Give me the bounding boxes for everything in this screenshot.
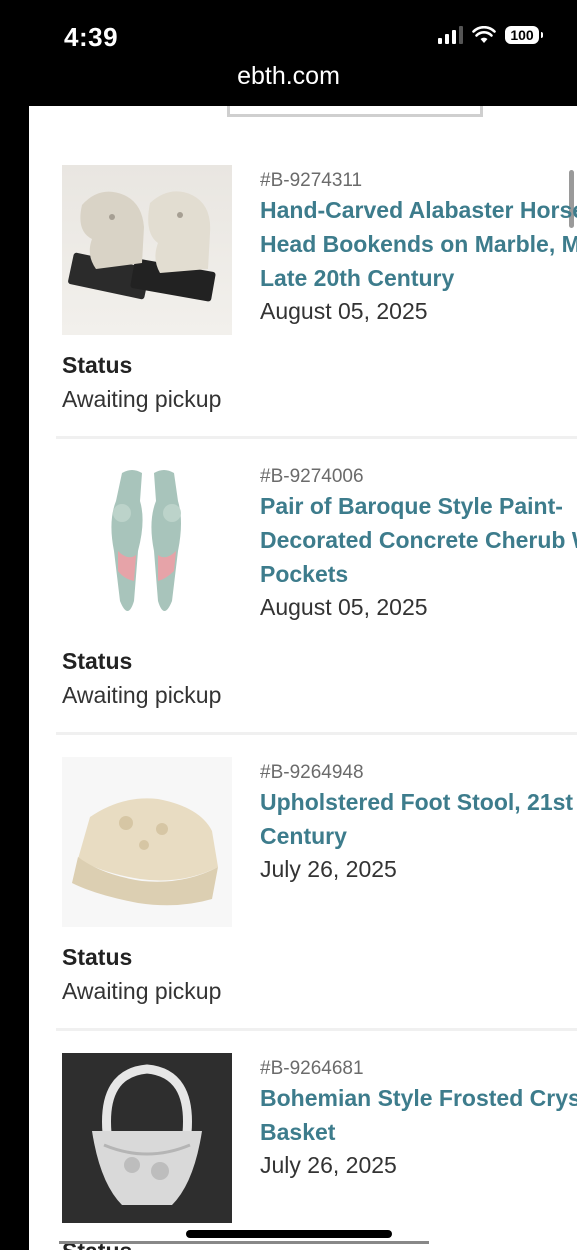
item-title-link[interactable]: Upholstered Foot Stool, 21st Century: [260, 785, 577, 853]
wifi-icon: [472, 26, 496, 43]
battery-icon: 100: [505, 26, 543, 44]
item-date: July 26, 2025: [260, 856, 397, 882]
status-value: Awaiting pickup: [62, 682, 222, 708]
purchases-page: #B-9274311 Hand-Carved Alabaster Horse H…: [29, 106, 577, 1250]
item-image-foot-stool[interactable]: [62, 757, 232, 927]
item-date: August 05, 2025: [260, 594, 428, 620]
system-icons: 100: [438, 26, 543, 44]
item-image-bookends[interactable]: [62, 165, 232, 335]
status-value: Awaiting pickup: [62, 386, 222, 412]
item-title-link[interactable]: Hand-Carved Alabaster Horse Head Bookend…: [260, 193, 577, 295]
item-date: August 05, 2025: [260, 298, 428, 324]
status-bar: 4:39 100 ebth.com: [0, 0, 577, 106]
home-indicator[interactable]: [186, 1230, 392, 1238]
lot-number: #B-9264681: [260, 1058, 364, 1079]
status-value: Awaiting pickup: [62, 978, 222, 1004]
divider: [56, 732, 577, 735]
cellular-signal-icon: [438, 26, 463, 44]
divider: [56, 1028, 577, 1031]
item-image-cherub-wall-pockets[interactable]: [62, 461, 232, 631]
status-label: Status: [62, 352, 133, 378]
item-title-link[interactable]: Pair of Baroque Style Paint- Decorated C…: [260, 489, 577, 591]
status-label: Status: [62, 1238, 132, 1250]
address-bar-url[interactable]: ebth.com: [0, 62, 577, 91]
status-label: Status: [62, 944, 133, 970]
item-image-crystal-basket[interactable]: [62, 1053, 232, 1223]
battery-level: 100: [510, 27, 534, 43]
bottom-bar-edge: [59, 1241, 429, 1244]
clock: 4:39: [64, 22, 119, 52]
divider: [56, 436, 577, 439]
lot-number: #B-9274006: [260, 466, 364, 487]
status-label: Status: [62, 648, 133, 674]
lot-number: #B-9264948: [260, 762, 364, 783]
item-title-link[interactable]: Bohemian Style Frosted Crystal Basket: [260, 1081, 577, 1149]
item-date: July 26, 2025: [260, 1152, 397, 1178]
lot-number: #B-9274311: [260, 170, 363, 191]
filter-box-edge[interactable]: [227, 106, 483, 117]
